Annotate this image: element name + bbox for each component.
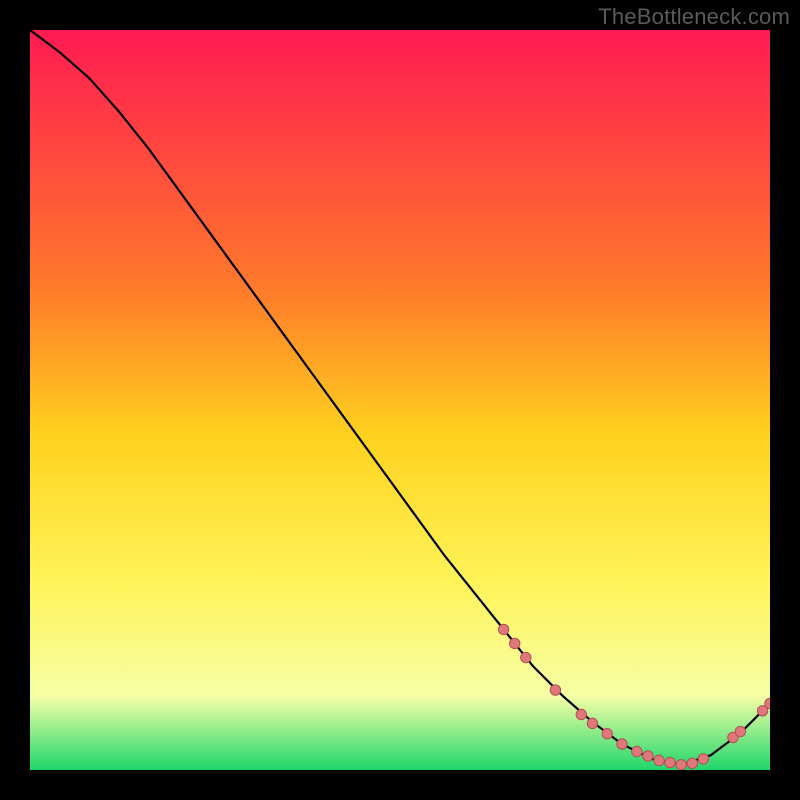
data-marker [665, 757, 675, 767]
data-marker [550, 685, 560, 695]
data-marker [676, 760, 686, 770]
data-marker [521, 652, 531, 662]
data-marker [698, 754, 708, 764]
plot-area [30, 30, 770, 770]
data-marker [687, 758, 697, 768]
watermark-text: TheBottleneck.com [598, 4, 790, 30]
gradient-background [30, 30, 770, 770]
data-marker [510, 638, 520, 648]
data-marker [735, 726, 745, 736]
data-marker [643, 751, 653, 761]
data-marker [498, 624, 508, 634]
data-marker [632, 746, 642, 756]
chart-svg [30, 30, 770, 770]
data-marker [576, 709, 586, 719]
data-marker [602, 729, 612, 739]
data-marker [587, 718, 597, 728]
chart-container: TheBottleneck.com [0, 0, 800, 800]
data-marker [617, 739, 627, 749]
data-marker [654, 755, 664, 765]
